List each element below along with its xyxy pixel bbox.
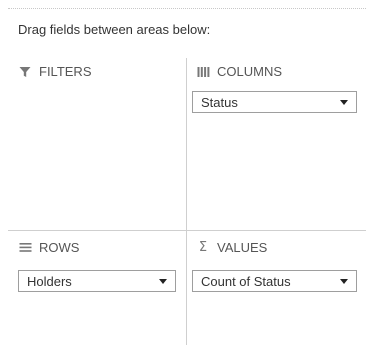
field-label: Status [201, 94, 238, 110]
filter-icon [18, 65, 32, 79]
horizontal-divider [8, 230, 366, 231]
sigma-icon: Σ [198, 240, 208, 255]
top-divider [8, 8, 366, 9]
values-header: Σ VALUES [196, 240, 267, 255]
vertical-divider [186, 58, 187, 345]
dropdown-arrow-icon[interactable] [340, 278, 348, 284]
rows-field-holders[interactable]: Holders [18, 270, 176, 292]
field-label: Count of Status [201, 273, 291, 289]
field-label: Holders [27, 273, 72, 289]
dropdown-arrow-icon[interactable] [159, 278, 167, 284]
values-title: VALUES [217, 240, 268, 255]
filters-title: FILTERS [39, 64, 92, 79]
rows-header: ROWS [18, 240, 79, 255]
columns-header: COLUMNS [196, 64, 282, 79]
rows-title: ROWS [39, 240, 80, 255]
rows-icon [18, 241, 32, 255]
filters-header: FILTERS [18, 64, 92, 79]
instruction-text: Drag fields between areas below: [18, 22, 211, 37]
values-field-count-of-status[interactable]: Count of Status [192, 270, 357, 292]
columns-title: COLUMNS [217, 64, 283, 79]
columns-icon [196, 65, 210, 79]
columns-field-status[interactable]: Status [192, 91, 357, 113]
dropdown-arrow-icon[interactable] [340, 99, 348, 105]
